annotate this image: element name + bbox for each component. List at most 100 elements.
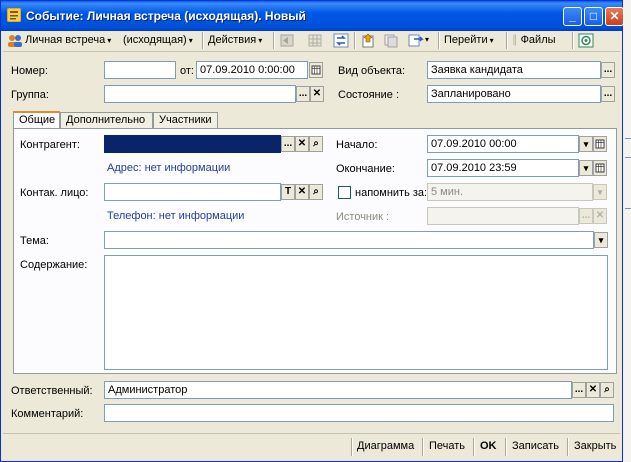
number-field[interactable] xyxy=(104,61,176,79)
phone-info-link[interactable]: Телефон: нет информации xyxy=(107,210,244,222)
button-separator xyxy=(351,438,352,456)
event-kind-menu[interactable]: Личная встреча ▾ xyxy=(25,32,111,48)
contact-clear-button[interactable]: ✕ xyxy=(295,184,309,200)
content-label: Содержание: xyxy=(20,259,88,271)
object-type-select-button[interactable]: ... xyxy=(601,62,615,78)
button-separator xyxy=(473,438,474,456)
start-field[interactable]: 07.09.2010 00:00 xyxy=(427,135,579,153)
start-label: Начало: xyxy=(336,139,378,151)
chevron-down-icon: ▾ xyxy=(489,36,494,45)
background-divider xyxy=(625,208,631,209)
chevron-down-icon: ▾ xyxy=(258,36,263,45)
close-button[interactable]: Закрыть xyxy=(574,440,616,452)
comment-field[interactable] xyxy=(104,404,614,422)
responsible-select-button[interactable]: ... xyxy=(572,382,586,398)
responsible-label: Ответственный: xyxy=(11,385,93,397)
end-field[interactable]: 07.09.2010 23:59 xyxy=(427,159,579,177)
refresh-icon[interactable] xyxy=(333,33,349,48)
event-kind-label: Личная встреча xyxy=(25,34,106,46)
title-bar[interactable]: Событие: Личная встреча (исходящая). Нов… xyxy=(1,1,624,31)
remind-select[interactable]: 5 мин. xyxy=(427,183,593,201)
contact-text-button[interactable]: T xyxy=(281,184,295,200)
source-clear-button[interactable]: ✕ xyxy=(593,208,607,224)
start-dropdown-button[interactable]: ▾ xyxy=(579,136,593,152)
event-window: Событие: Личная встреча (исходящая). Нов… xyxy=(0,0,624,462)
meeting-icon xyxy=(8,35,22,47)
address-info-link[interactable]: Адрес: нет информации xyxy=(107,162,230,174)
chevron-down-icon[interactable]: ▾ xyxy=(425,32,429,48)
contractor-field[interactable] xyxy=(104,135,281,153)
grid-icon[interactable] xyxy=(307,33,323,48)
calendar-icon[interactable] xyxy=(593,136,607,152)
close-window-button[interactable]: ✕ xyxy=(605,7,624,26)
files-button[interactable]: ∥ Файлы xyxy=(512,32,556,48)
move-left-icon[interactable] xyxy=(279,33,295,48)
command-toolbar: Личная встреча ▾ (исходящая) ▾ Действия ▾ ▾ xyxy=(3,29,620,52)
contact-field[interactable] xyxy=(104,183,281,201)
group-select-button[interactable]: ... xyxy=(296,86,310,102)
contractor-select-button[interactable]: ... xyxy=(281,136,295,152)
state-select-button[interactable]: ... xyxy=(601,86,615,102)
source-field[interactable] xyxy=(427,207,579,225)
chevron-down-icon: ▾ xyxy=(107,36,112,45)
source-label: Источник : xyxy=(336,211,390,223)
responsible-field[interactable]: Администратор xyxy=(104,381,572,399)
background-window-edge xyxy=(623,0,631,462)
actions-menu[interactable]: Действия ▾ xyxy=(208,32,262,48)
diagram-button[interactable]: Диаграмма xyxy=(357,440,414,452)
window-title: Событие: Личная встреча (исходящая). Нов… xyxy=(26,9,306,23)
app-icon xyxy=(7,8,21,22)
toolbar-separator xyxy=(438,32,439,49)
contact-search-button[interactable]: ⌕ xyxy=(309,184,323,200)
goto-menu[interactable]: Перейти ▾ xyxy=(444,32,494,48)
toolbar-separator xyxy=(202,32,203,49)
remind-checkbox[interactable] xyxy=(338,186,351,199)
save-button[interactable]: Записать xyxy=(512,440,559,452)
calendar-icon[interactable] xyxy=(309,62,323,78)
state-label: Состояние : xyxy=(338,89,399,101)
files-label: Файлы xyxy=(520,34,556,46)
responsible-clear-button[interactable]: ✕ xyxy=(586,382,600,398)
event-direction-menu[interactable]: (исходящая) ▾ xyxy=(123,32,193,48)
document-copy-icon[interactable] xyxy=(383,33,399,48)
group-clear-button[interactable]: ✕ xyxy=(310,86,324,102)
group-field[interactable] xyxy=(104,85,296,103)
remind-dropdown-button[interactable]: ▾ xyxy=(593,184,607,200)
date-from-label: от: xyxy=(180,65,194,77)
object-type-label: Вид объекта: xyxy=(338,65,406,77)
comment-label: Комментарий: xyxy=(11,408,84,420)
paperclip-icon: ∥ xyxy=(512,34,518,46)
print-button[interactable]: Печать xyxy=(429,440,465,452)
end-dropdown-button[interactable]: ▾ xyxy=(579,160,593,176)
contractor-clear-button[interactable]: ✕ xyxy=(295,136,309,152)
document-upload-icon[interactable] xyxy=(360,33,376,48)
tab-general[interactable]: Общие xyxy=(13,111,60,129)
tab-participants[interactable]: Участники xyxy=(153,112,218,128)
goto-label: Перейти xyxy=(444,34,488,46)
remind-label: напомнить за: xyxy=(355,187,428,199)
email-icon[interactable] xyxy=(578,33,594,48)
contractor-search-button[interactable]: ⌕ xyxy=(309,136,323,152)
subject-field[interactable] xyxy=(104,231,594,249)
contractor-label: Контрагент: xyxy=(20,139,80,151)
source-select-button[interactable]: ... xyxy=(579,208,593,224)
minimize-button[interactable]: _ xyxy=(563,7,582,26)
background-divider xyxy=(625,157,631,158)
state-field[interactable]: Запланировано xyxy=(427,85,601,103)
toolbar-separator xyxy=(572,32,573,49)
content-textarea[interactable] xyxy=(104,255,608,370)
structure-icon[interactable] xyxy=(408,33,424,48)
bottom-command-bar: Диаграмма Печать OK Записать Закрыть xyxy=(3,433,620,460)
tab-additional[interactable]: Дополнительно xyxy=(60,112,153,128)
maximize-button[interactable]: □ xyxy=(584,7,603,26)
object-type-field[interactable]: Заявка кандидата xyxy=(427,61,601,79)
chevron-down-icon: ▾ xyxy=(188,36,193,45)
date-field[interactable]: 07.09.2010 0:00:00 xyxy=(196,61,308,79)
responsible-search-button[interactable]: ⌕ xyxy=(600,382,614,398)
contact-label: Контак. лицо: xyxy=(20,187,89,199)
number-label: Номер: xyxy=(11,65,48,77)
subject-dropdown-button[interactable]: ▾ xyxy=(594,232,608,248)
event-direction-label: (исходящая) xyxy=(123,34,187,46)
calendar-icon[interactable] xyxy=(593,160,607,176)
ok-button[interactable]: OK xyxy=(480,440,497,452)
